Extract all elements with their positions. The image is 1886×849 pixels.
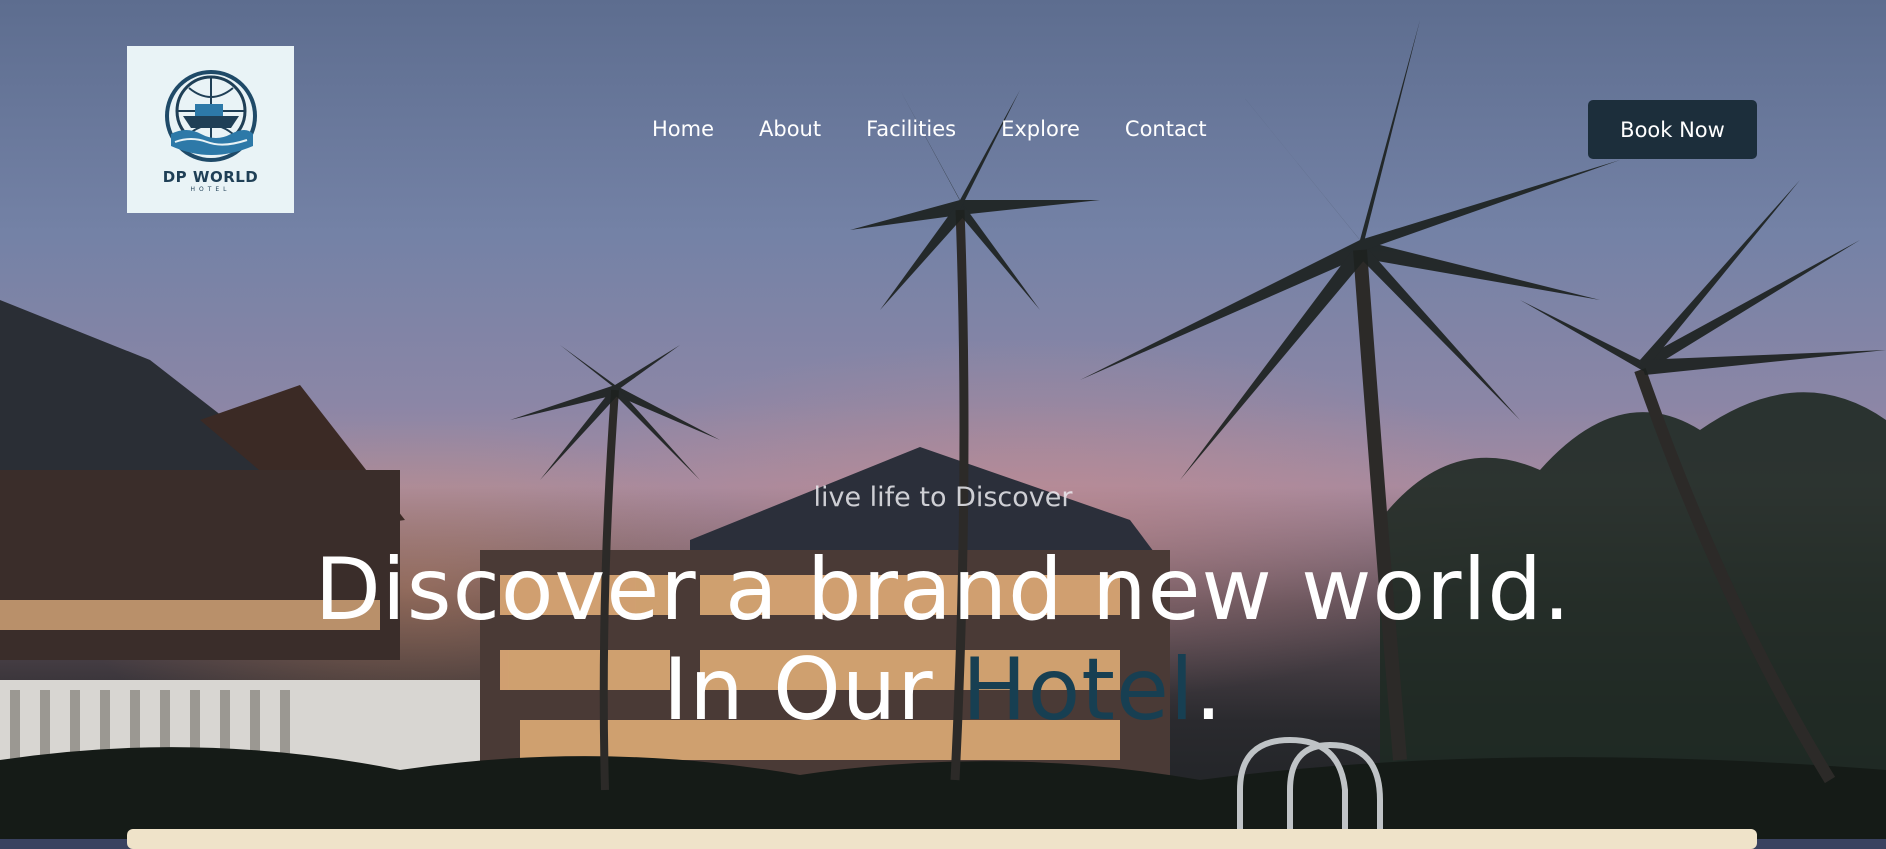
- nav-item-about[interactable]: About: [759, 117, 821, 141]
- hero-tagline: live life to Discover: [813, 482, 1073, 513]
- main-nav: Home About Facilities Explore Contact: [652, 114, 1207, 144]
- booking-panel: [127, 829, 1757, 849]
- globe-ship-icon: [164, 70, 257, 162]
- nav-item-home[interactable]: Home: [652, 117, 714, 141]
- headline-line-2-suffix: .: [1194, 640, 1224, 740]
- nav-item-contact[interactable]: Contact: [1125, 117, 1207, 141]
- logo-subtitle: HOTEL: [190, 186, 231, 193]
- book-now-button[interactable]: Book Now: [1588, 100, 1757, 159]
- nav-item-explore[interactable]: Explore: [1001, 117, 1080, 141]
- headline-line-1: Discover a brand new world.: [314, 540, 1572, 640]
- headline-line-2-prefix: In Our: [662, 640, 962, 740]
- nav-item-facilities[interactable]: Facilities: [866, 117, 956, 141]
- hero-headline: Discover a brand new world. In Our Hotel…: [0, 540, 1886, 740]
- logo-name: DP WORLD: [162, 168, 259, 186]
- headline-accent-word: Hotel: [961, 640, 1195, 740]
- hotel-logo[interactable]: DP WORLD HOTEL: [127, 46, 294, 213]
